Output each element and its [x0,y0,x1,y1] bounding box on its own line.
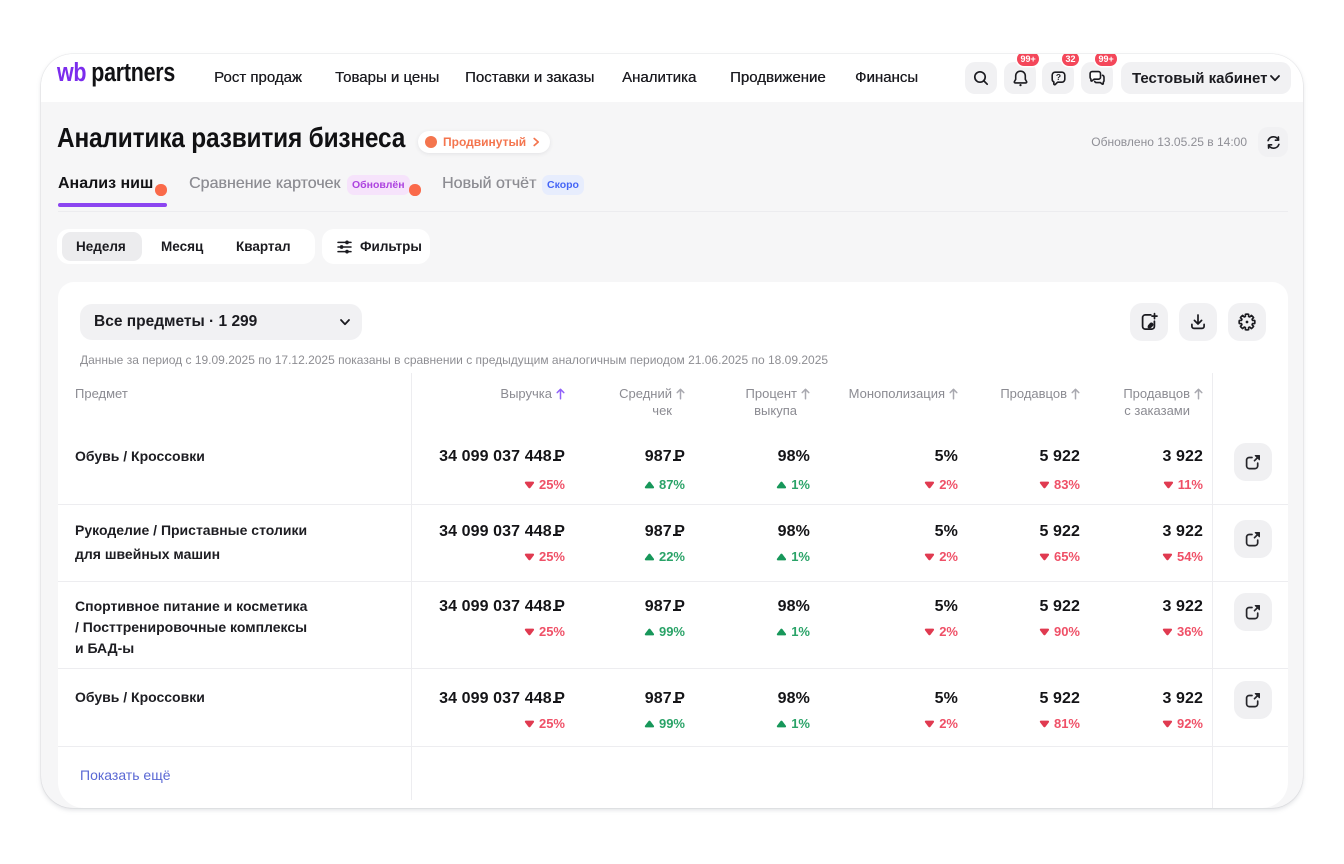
svg-text:?: ? [1055,72,1060,82]
